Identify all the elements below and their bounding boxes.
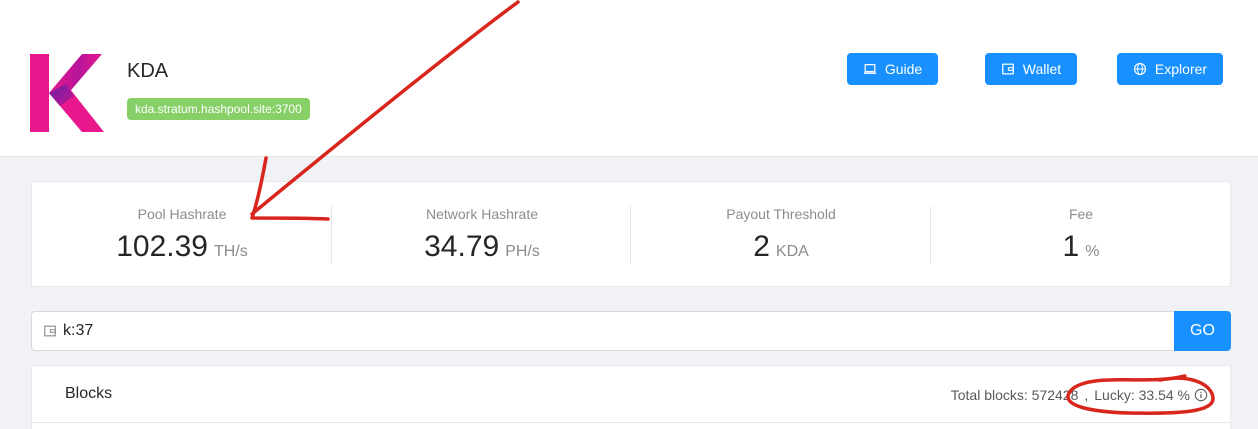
stat-value: 34.79	[424, 230, 500, 263]
stat-value: 102.39	[116, 230, 208, 263]
laptop-icon	[863, 64, 876, 74]
stat-unit: %	[1085, 243, 1100, 260]
stat-value-row: 34.79 PH/s	[332, 230, 632, 264]
wallet-button-label: Wallet	[1022, 61, 1062, 77]
lucky-value: Lucky: 33.54 %	[1094, 387, 1190, 403]
wallet-button[interactable]: Wallet	[985, 53, 1077, 85]
wallet-icon	[44, 325, 56, 337]
coin-name: KDA	[127, 60, 169, 82]
total-blocks: Total blocks: 572428	[950, 387, 1079, 403]
stat-unit: TH/s	[213, 243, 248, 260]
stat-value-row: 2 KDA	[631, 230, 931, 264]
info-circle-icon[interactable]	[1194, 388, 1208, 402]
go-button[interactable]: GO	[1174, 311, 1231, 351]
guide-button[interactable]: Guide	[847, 53, 938, 85]
stat-pool-hashrate: Pool Hashrate 102.39 TH/s	[32, 182, 332, 286]
stat-title: Fee	[1068, 206, 1094, 222]
separator: ,	[1084, 387, 1089, 403]
blocks-title: Blocks	[65, 385, 113, 402]
stat-unit: KDA	[775, 243, 809, 260]
stat-title: Payout Threshold	[726, 206, 836, 222]
globe-icon	[1133, 62, 1147, 76]
blocks-summary: Total blocks: 572428 , Lucky: 33.54 %	[951, 387, 1208, 403]
kda-logo	[30, 54, 104, 132]
stat-value: 2	[753, 230, 770, 263]
stat-value-row: 1%	[931, 230, 1231, 264]
pool-stats-card: Pool Hashrate 102.39 TH/s Network Hashrat…	[31, 181, 1231, 287]
header: KDA kda.stratum.hashpool.site:3700 Guide…	[0, 0, 1258, 157]
stat-fee: Fee 1%	[931, 182, 1231, 286]
guide-button-label: Guide	[884, 61, 923, 77]
stat-unit: PH/s	[505, 243, 540, 260]
stat-value: 1	[1062, 230, 1080, 263]
blocks-card: Blocks Total blocks: 572428 , Lucky: 33.…	[31, 365, 1231, 429]
stat-title: Network Hashrate	[425, 206, 539, 222]
blocks-card-header: Blocks Total blocks: 572428 , Lucky: 33.…	[32, 366, 1230, 423]
wallet-icon	[1001, 63, 1014, 75]
stat-network-hashrate: Network Hashrate 34.79 PH/s	[332, 182, 632, 286]
stratum-address-tag[interactable]: kda.stratum.hashpool.site:3700	[127, 98, 310, 120]
wallet-address-input[interactable]	[63, 322, 1163, 340]
stat-value-row: 102.39 TH/s	[32, 230, 332, 264]
wallet-search: GO	[31, 311, 1231, 351]
explorer-button-label: Explorer	[1154, 61, 1208, 77]
stat-payout-threshold: Payout Threshold 2 KDA	[631, 182, 931, 286]
search-box	[31, 311, 1175, 351]
stat-title: Pool Hashrate	[137, 206, 227, 222]
explorer-button[interactable]: Explorer	[1117, 53, 1223, 85]
